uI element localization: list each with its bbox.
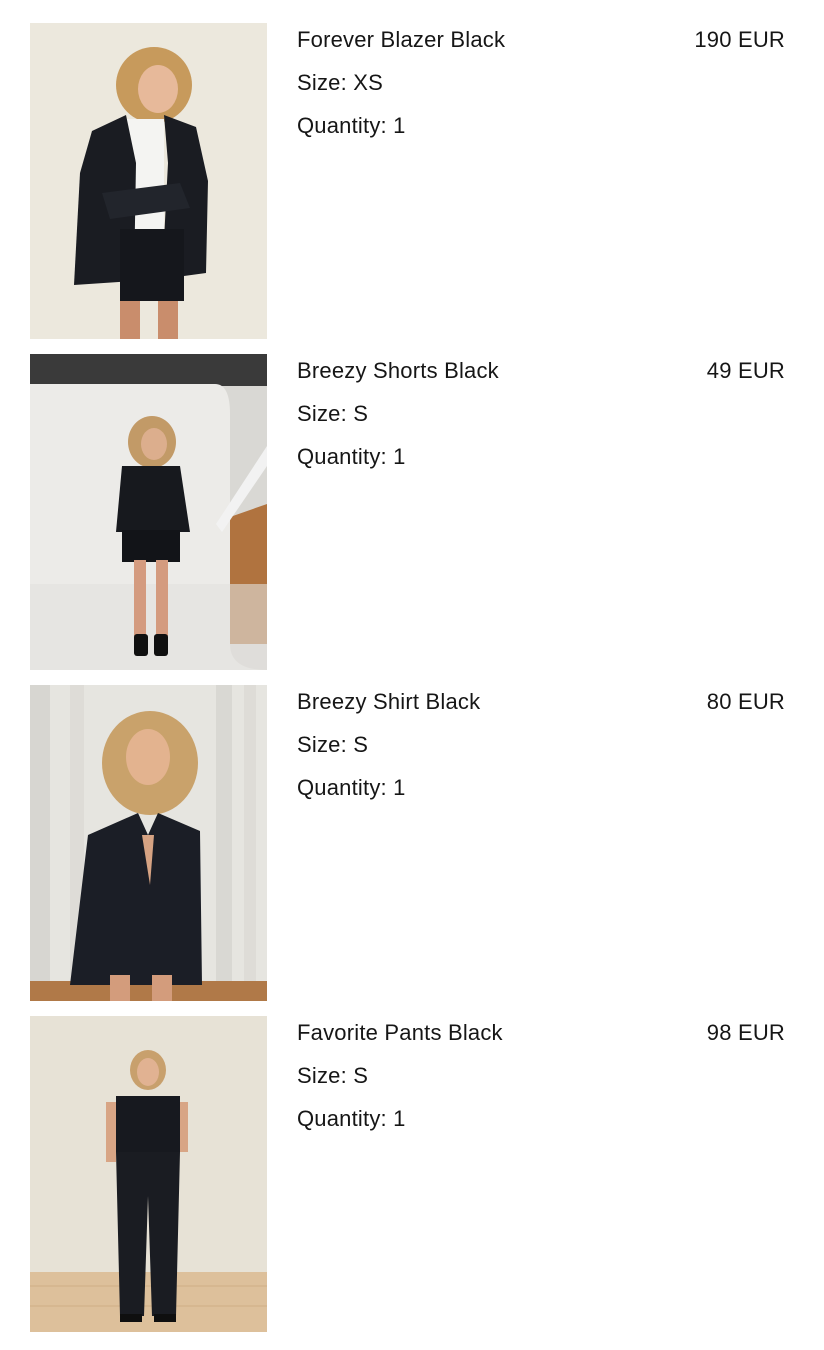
size-label: Size: bbox=[297, 401, 354, 426]
product-photo-shorts[interactable] bbox=[30, 354, 267, 670]
product-photo-shorts-image bbox=[30, 354, 267, 670]
product-price: 49 EUR bbox=[706, 358, 785, 383]
quantity-value: 1 bbox=[393, 113, 406, 138]
size-line: Size: XS bbox=[297, 70, 383, 96]
product-price: 80 EUR bbox=[706, 689, 785, 714]
size-label: Size: bbox=[297, 1063, 354, 1088]
product-photo-blazer[interactable] bbox=[30, 23, 267, 339]
quantity-line: Quantity: 1 bbox=[297, 444, 406, 470]
quantity-value: 1 bbox=[393, 444, 406, 469]
size-line: Size: S bbox=[297, 732, 368, 758]
quantity-label: Quantity: bbox=[297, 775, 394, 800]
quantity-value: 1 bbox=[393, 775, 406, 800]
quantity-line: Quantity: 1 bbox=[297, 1106, 406, 1132]
product-photo-shirt[interactable] bbox=[30, 685, 267, 1001]
size-label: Size: bbox=[297, 70, 354, 95]
product-photo-pants[interactable] bbox=[30, 1016, 267, 1332]
product-price: 98 EUR bbox=[706, 1020, 785, 1045]
quantity-line: Quantity: 1 bbox=[297, 775, 406, 801]
cart-item: Favorite Pants Black 98 EUR Size: S Quan… bbox=[0, 1016, 824, 1332]
size-value: XS bbox=[353, 70, 383, 95]
product-photo-shirt-image bbox=[30, 685, 267, 1001]
size-value: S bbox=[353, 732, 369, 757]
quantity-value: 1 bbox=[393, 1106, 406, 1131]
quantity-label: Quantity: bbox=[297, 113, 394, 138]
cart-item: Breezy Shorts Black 49 EUR Size: S Quant… bbox=[0, 354, 824, 670]
quantity-line: Quantity: 1 bbox=[297, 113, 406, 139]
product-name[interactable]: Breezy Shorts Black bbox=[297, 358, 499, 384]
quantity-label: Quantity: bbox=[297, 1106, 394, 1131]
product-name[interactable]: Forever Blazer Black bbox=[297, 27, 505, 53]
cart-item: Forever Blazer Black 190 EUR Size: XS Qu… bbox=[0, 23, 824, 339]
size-value: S bbox=[353, 401, 369, 426]
size-value: S bbox=[353, 1063, 369, 1088]
product-photo-pants-image bbox=[30, 1016, 267, 1332]
cart-item-list: Forever Blazer Black 190 EUR Size: XS Qu… bbox=[0, 0, 824, 1350]
quantity-label: Quantity: bbox=[297, 444, 394, 469]
size-label: Size: bbox=[297, 732, 354, 757]
product-name[interactable]: Breezy Shirt Black bbox=[297, 689, 480, 715]
product-price: 190 EUR bbox=[694, 27, 785, 52]
size-line: Size: S bbox=[297, 401, 368, 427]
product-name[interactable]: Favorite Pants Black bbox=[297, 1020, 503, 1046]
cart-item: Breezy Shirt Black 80 EUR Size: S Quanti… bbox=[0, 685, 824, 1001]
size-line: Size: S bbox=[297, 1063, 368, 1089]
product-photo-blazer-image bbox=[30, 23, 267, 339]
